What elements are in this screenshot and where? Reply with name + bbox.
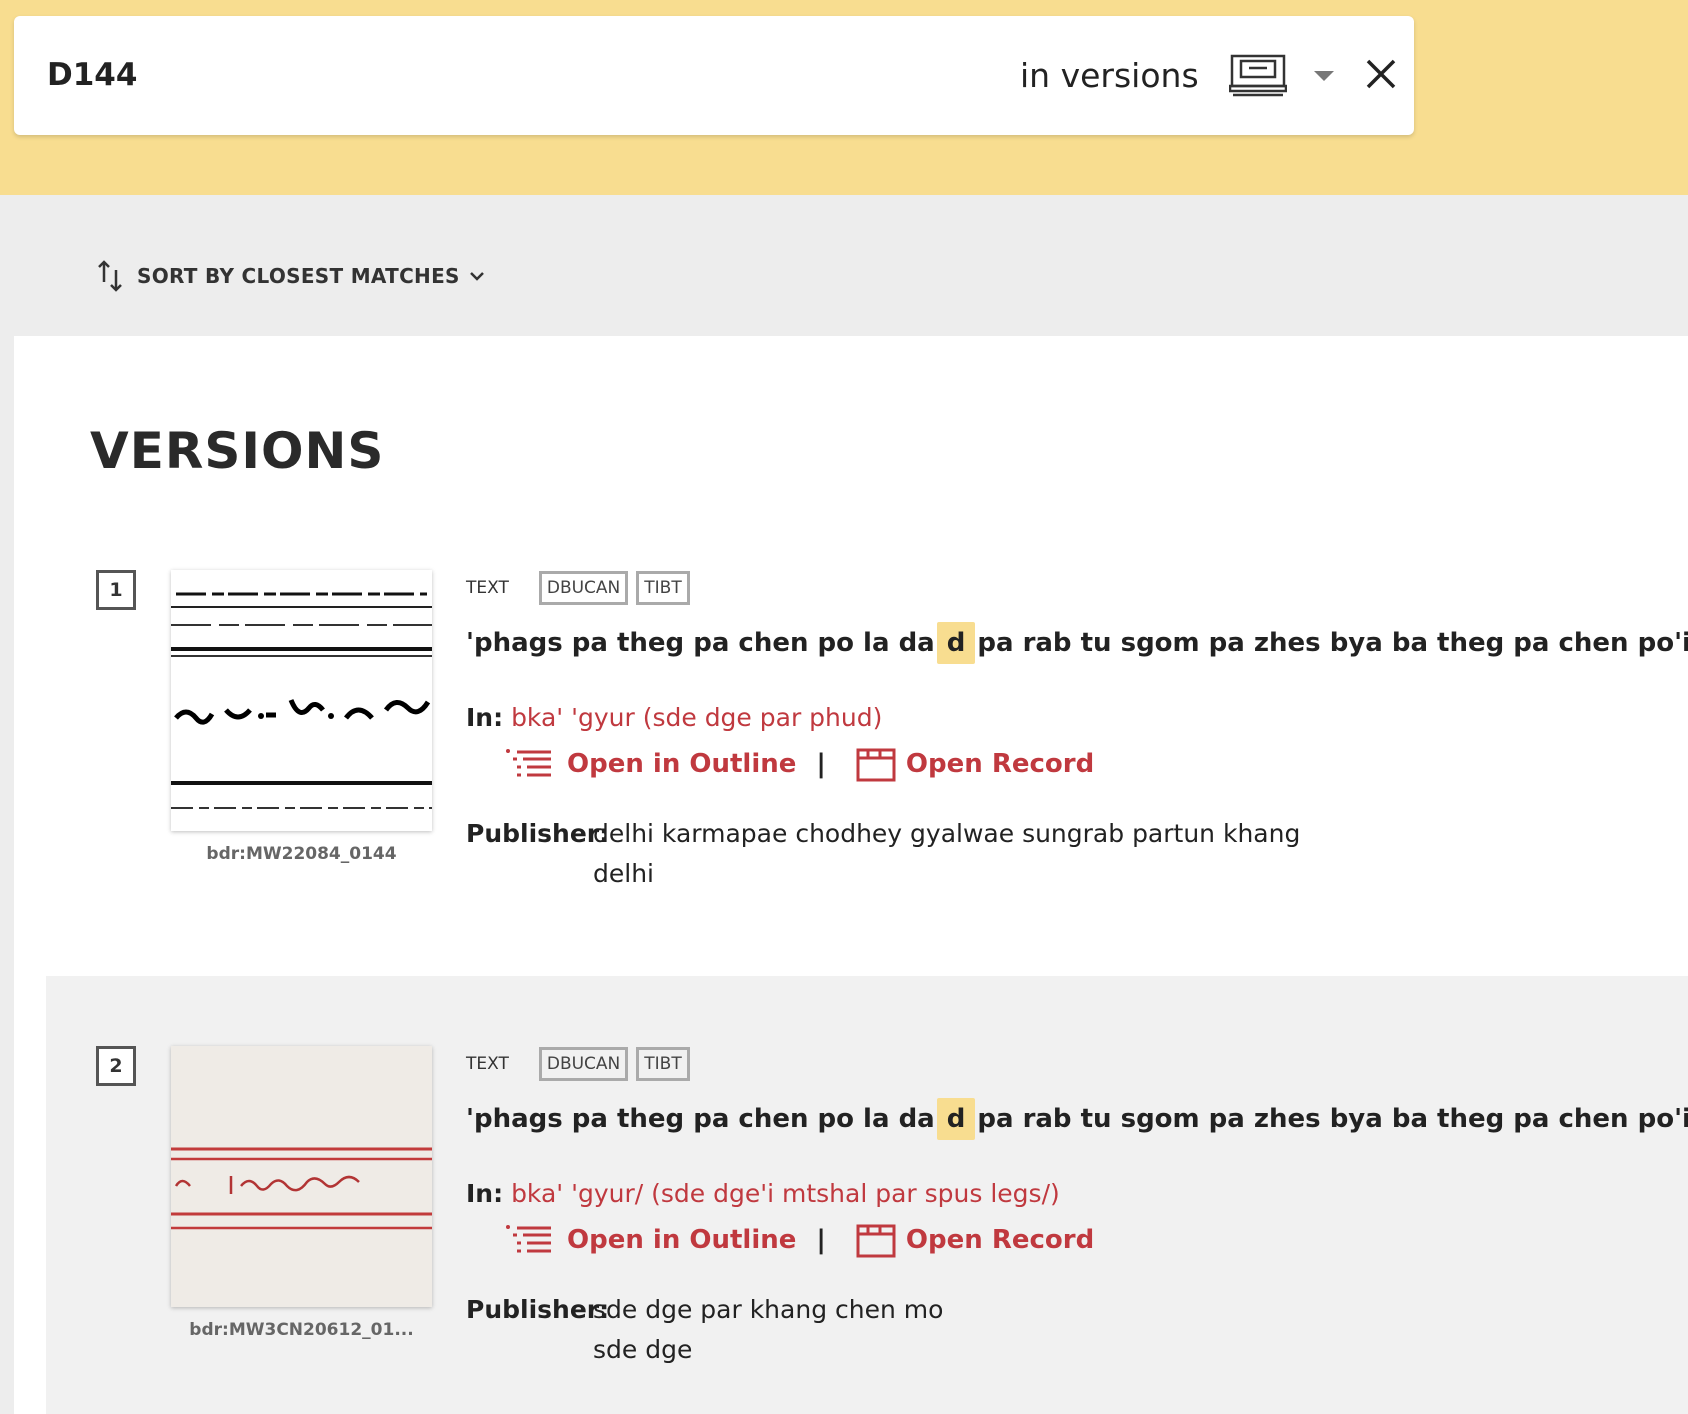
result-actions: Open in Outline | Open Record	[505, 746, 1094, 782]
title-text: 'phags pa theg pa chen po la da	[466, 1104, 935, 1134]
sort-icon	[98, 260, 122, 292]
publisher-place: sde dge	[593, 1335, 693, 1364]
title-text: pa rab tu sgom pa zhes bya ba theg pa ch…	[977, 628, 1688, 658]
tag-badge: DBUCAN	[538, 1047, 629, 1081]
result-thumbnail[interactable]	[171, 570, 432, 831]
result-in-collection: In: bka' 'gyur (sde dge par phud)	[466, 703, 882, 732]
result-publisher: Publisher:delhi karmapae chodhey gyalwae…	[466, 814, 1300, 894]
sort-label[interactable]: SORT BY CLOSEST MATCHES	[137, 264, 460, 288]
record-window-icon[interactable]	[856, 746, 896, 782]
record-window-icon[interactable]	[856, 1222, 896, 1258]
result-index: 2	[96, 1046, 136, 1086]
open-in-outline-link[interactable]: Open in Outline	[567, 1225, 796, 1255]
open-record-link[interactable]: Open Record	[906, 749, 1094, 779]
title-highlight: d	[936, 1098, 976, 1140]
close-icon[interactable]	[1364, 57, 1398, 91]
result-title[interactable]: 'phags pa theg pa chen po la da d pa rab t…	[466, 1098, 1688, 1140]
result-in-collection: In: bka' 'gyur/ (sde dge'i mtshal par sp…	[466, 1179, 1060, 1208]
publisher-name: delhi karmapae chodhey gyalwae sungrab p…	[593, 819, 1301, 848]
publisher-name: sde dge par khang chen mo	[593, 1295, 944, 1324]
thumbnail-id: bdr:MW3CN20612_01...	[189, 1320, 414, 1340]
result-thumbnail[interactable]	[171, 1046, 432, 1307]
result-meta: TEXT DBUCAN TIBT	[466, 1047, 698, 1081]
outline-list-icon[interactable]	[505, 1224, 553, 1256]
result-publisher: Publisher:sde dge par khang chen mo sde …	[466, 1290, 943, 1370]
search-header: D144 in versions	[0, 0, 1688, 195]
in-label: In:	[466, 703, 504, 732]
thumbnail-id: bdr:MW22084_0144	[206, 844, 397, 864]
open-in-outline-link[interactable]: Open in Outline	[567, 749, 796, 779]
chevron-down-icon[interactable]	[468, 269, 486, 283]
publisher-label: Publisher:	[466, 819, 610, 848]
result-type: TEXT	[466, 1054, 509, 1074]
result-title[interactable]: 'phags pa theg pa chen po la da d pa rab t…	[466, 622, 1688, 664]
collection-link[interactable]: bka' 'gyur (sde dge par phud)	[511, 703, 882, 732]
result-meta: TEXT DBUCAN TIBT	[466, 571, 698, 605]
search-query[interactable]: D144	[47, 16, 137, 135]
tag-badge: TIBT	[636, 1047, 690, 1081]
action-separator: |	[816, 749, 826, 779]
publisher-place: delhi	[593, 859, 654, 888]
publisher-label: Publisher:	[466, 1295, 610, 1324]
manuscript-scan-image	[171, 1046, 432, 1307]
section-title: VERSIONS	[90, 422, 385, 480]
title-text: pa rab tu sgom pa zhes bya ba theg pa ch…	[977, 1104, 1688, 1134]
search-box[interactable]: D144 in versions	[14, 16, 1414, 135]
printing-block-icon[interactable]	[1229, 53, 1287, 97]
outline-list-icon[interactable]	[505, 748, 553, 780]
result-actions: Open in Outline | Open Record	[505, 1222, 1094, 1258]
result-index: 1	[96, 570, 136, 610]
manuscript-scan-image	[171, 570, 432, 831]
tag-badge: DBUCAN	[538, 571, 629, 605]
tag-badge: TIBT	[636, 571, 690, 605]
in-label: In:	[466, 1179, 504, 1208]
open-record-link[interactable]: Open Record	[906, 1225, 1094, 1255]
title-highlight: d	[936, 622, 976, 664]
scope-dropdown-caret-icon[interactable]	[1314, 71, 1334, 81]
result-type: TEXT	[466, 578, 509, 598]
title-text: 'phags pa theg pa chen po la da	[466, 628, 935, 658]
action-separator: |	[816, 1225, 826, 1255]
collection-link[interactable]: bka' 'gyur/ (sde dge'i mtshal par spus l…	[511, 1179, 1060, 1208]
sort-control[interactable]: SORT BY CLOSEST MATCHES	[95, 258, 486, 294]
search-scope-label[interactable]: in versions	[1020, 16, 1199, 135]
